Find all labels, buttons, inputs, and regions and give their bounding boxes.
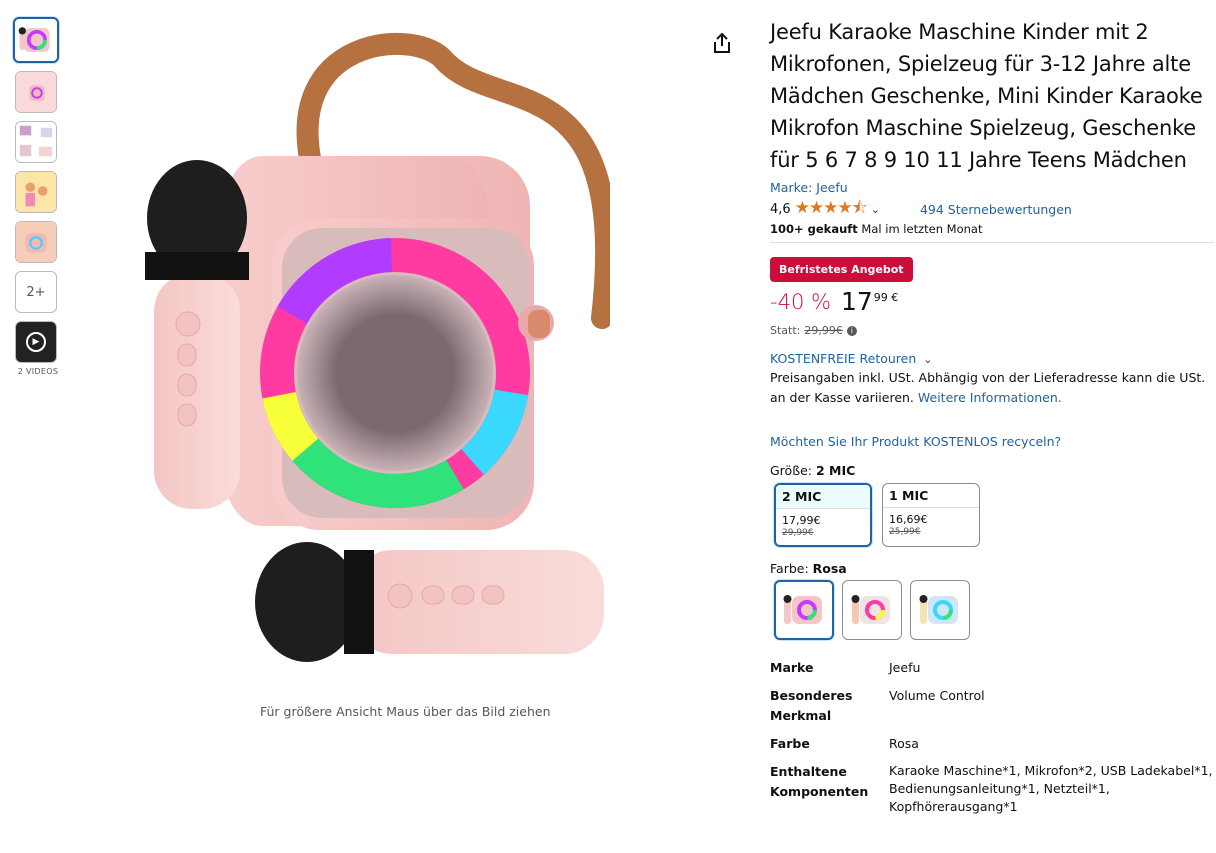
info-icon[interactable]: i <box>846 325 857 336</box>
thumbnail-video[interactable]: ▶ <box>15 321 57 363</box>
spec-value: Karaoke Maschine*1, Mikrofon*2, USB Lade… <box>889 763 1213 814</box>
color-label-text: Farbe: <box>770 561 813 576</box>
thumbnail-5[interactable] <box>15 221 57 263</box>
spec-row: Besonderes Merkmal Volume Control <box>770 686 1214 726</box>
spec-row: Marke Jeefu <box>770 658 1214 678</box>
star-rating-icon[interactable]: ★★★★⯪ <box>795 195 868 224</box>
spec-value: Rosa <box>889 736 919 751</box>
blue-speaker-icon <box>919 595 958 624</box>
spec-key: Besonderes Merkmal <box>770 688 853 723</box>
product-title: Jeefu Karaoke Maschine Kinder mit 2 Mikr… <box>770 20 1203 172</box>
size-option-2-mic[interactable]: 2 MIC 17,99€ 29,99€ <box>774 483 872 547</box>
white-speaker-icon <box>851 595 890 624</box>
discount-percent: -40 % <box>770 290 831 314</box>
color-options <box>774 580 1214 640</box>
thumbnail-more[interactable]: 2+ <box>15 271 57 313</box>
size-option-name: 1 MIC <box>883 484 979 508</box>
thumbnail-1[interactable] <box>13 17 59 63</box>
spec-value: Volume Control <box>889 688 985 703</box>
list-price: 29,99€ <box>804 324 843 337</box>
product-details: Jeefu Karaoke Maschine Kinder mit 2 Mikr… <box>770 16 1214 824</box>
bought-rest: Mal im letzten Monat <box>857 222 983 236</box>
zoom-hint: Für größere Ansicht Maus über das Bild z… <box>260 704 551 719</box>
product-thumb-icon <box>16 72 56 112</box>
thumbnail-list: 2+ ▶ 2 VIDEOS <box>13 17 61 376</box>
spec-row: Farbe Rosa <box>770 734 1214 754</box>
recycle-link[interactable]: Möchten Sie Ihr Produkt KOSTENLOS recyce… <box>770 434 1214 449</box>
spec-table: Marke Jeefu Besonderes Merkmal Volume Co… <box>770 658 1214 816</box>
spec-key: Farbe <box>770 736 810 751</box>
price-fraction: 99 € <box>873 291 899 304</box>
chevron-down-icon[interactable]: ⌄ <box>871 203 880 216</box>
thumbnail-3[interactable] <box>15 121 57 163</box>
size-option-price: 17,99€ <box>782 514 821 527</box>
main-product-image[interactable] <box>132 18 610 700</box>
chevron-down-icon: ⌄ <box>923 353 933 366</box>
rating-row: 4,6 ★★★★⯪ ⌄ 494 Sternebewertungen <box>770 198 1214 219</box>
color-selected: Rosa <box>812 561 847 576</box>
pink-speaker-icon <box>783 595 822 624</box>
returns-label: KOSTENFREIE Retouren <box>770 351 917 366</box>
more-label: 2+ <box>26 284 46 300</box>
size-option-1-mic[interactable]: 1 MIC 16,69€ 25,99€ <box>882 483 980 547</box>
color-option-3[interactable] <box>910 580 970 640</box>
color-option-2[interactable] <box>842 580 902 640</box>
size-option-old-price: 29,99€ <box>782 528 814 538</box>
brand-link[interactable]: Marke: Jeefu <box>770 180 1214 195</box>
color-label: Farbe: Rosa <box>770 561 1214 576</box>
list-price-row: Statt: 29,99€ i <box>770 324 1214 337</box>
spec-row: Enthaltene Komponenten Karaoke Maschine*… <box>770 762 1214 816</box>
share-icon[interactable] <box>712 32 732 54</box>
size-label-text: Größe: <box>770 463 816 478</box>
rating-count-link[interactable]: 494 Sternebewertungen <box>920 202 1072 217</box>
price-row: -40 % 17 99 € <box>770 288 1214 316</box>
thumbnail-2[interactable] <box>15 71 57 113</box>
color-option-rosa[interactable] <box>774 580 834 640</box>
bought-info: 100+ gekauft Mal im letzten Monat <box>770 222 1214 243</box>
spec-value: Jeefu <box>889 660 921 675</box>
deal-badge: Befristetes Angebot <box>770 257 913 282</box>
features-thumb-icon <box>16 122 56 162</box>
spec-key: Enthaltene Komponenten <box>770 764 869 799</box>
size-label: Größe: 2 MIC <box>770 463 1214 478</box>
rating-value: 4,6 <box>770 201 791 217</box>
kids-thumb-icon <box>16 172 56 212</box>
thumbnail-4[interactable] <box>15 171 57 213</box>
bought-count: 100+ gekauft <box>770 222 858 236</box>
size-option-name: 2 MIC <box>776 485 870 509</box>
size-selected: 2 MIC <box>815 463 856 478</box>
size-options: 2 MIC 17,99€ 29,99€ 1 MIC 16,69€ 25,99€ <box>774 483 1214 547</box>
free-returns-link[interactable]: KOSTENFREIE Retouren ⌄ <box>770 351 1214 366</box>
spec-key: Marke <box>770 660 814 675</box>
play-icon: ▶ <box>26 332 46 352</box>
price-whole: 17 <box>840 287 873 316</box>
more-info-link[interactable]: Weitere Informationen. <box>918 390 1062 405</box>
videos-label: 2 VIDEOS <box>17 367 59 376</box>
size-option-price: 16,69€ <box>889 513 928 526</box>
tax-note: Preisangaben inkl. USt. Abhängig von der… <box>770 368 1214 408</box>
statt-label: Statt: <box>770 324 801 337</box>
size-option-old-price: 25,99€ <box>889 527 921 537</box>
speaker-detail-thumb-icon <box>16 222 56 262</box>
speaker-thumb-icon <box>18 27 50 52</box>
